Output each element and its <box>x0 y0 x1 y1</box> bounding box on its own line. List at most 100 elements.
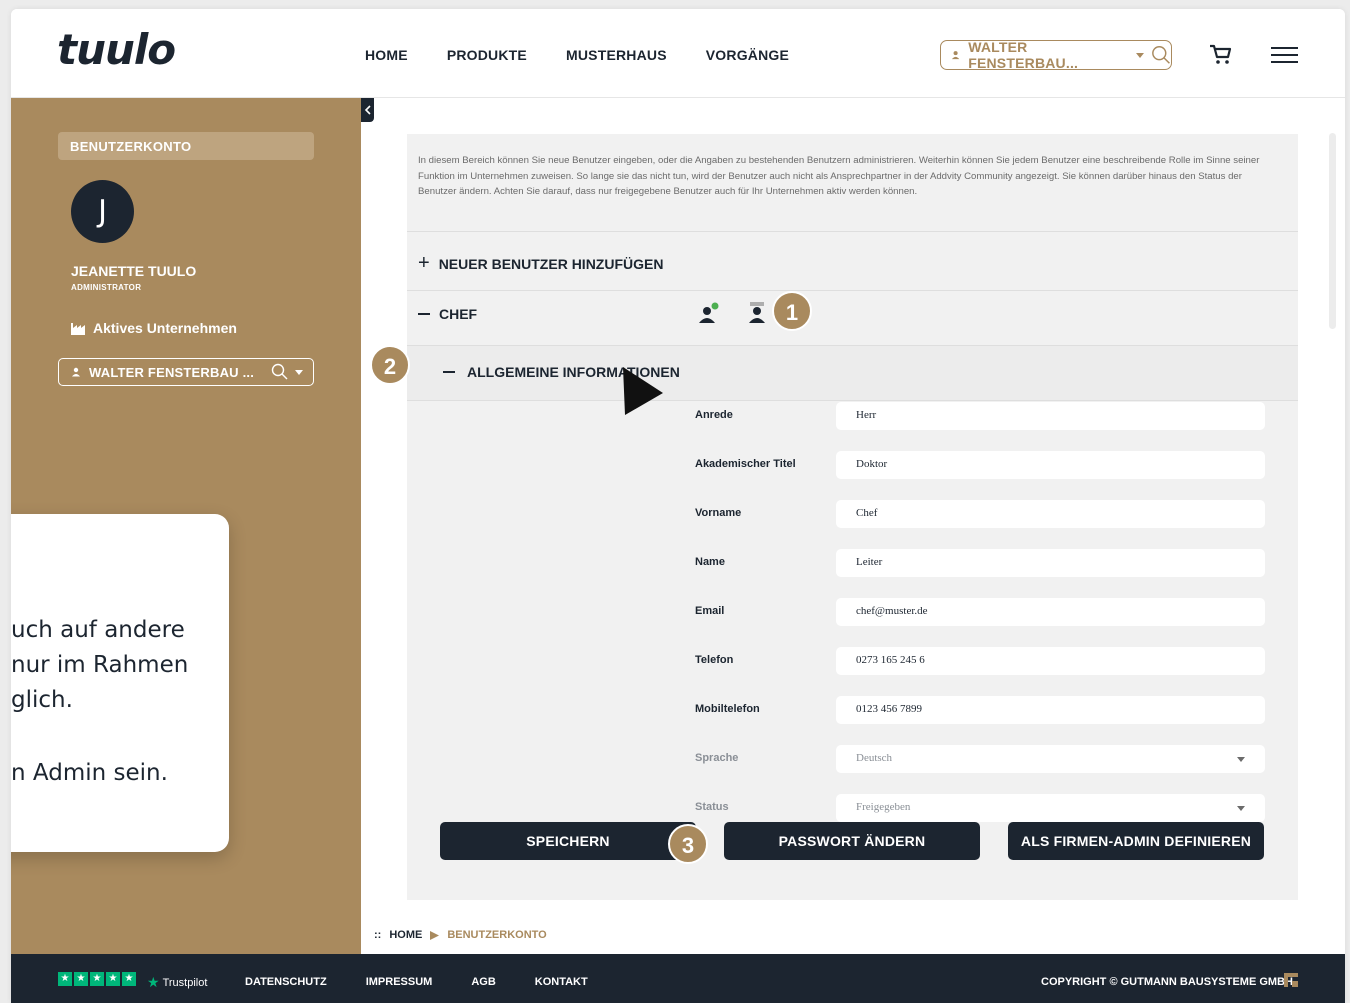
field-label: Sprache <box>695 752 739 764</box>
form-row-sprache: Sprache Deutsch <box>695 745 1265 773</box>
step-badge-3: 3 <box>668 824 708 864</box>
mobile-field[interactable]: 0123 456 7899 <box>836 696 1265 724</box>
user-icon <box>951 51 960 60</box>
add-user-label: NEUER BENUTZER HINZUFÜGEN <box>438 255 664 272</box>
user-icon <box>72 367 80 377</box>
form-row-anrede: Anrede Herr <box>695 402 1265 430</box>
chevron-down-icon <box>295 370 303 375</box>
nav-musterhaus[interactable]: MUSTERHAUS <box>566 47 667 63</box>
footer-links: DATENSCHUTZ IMPRESSUM AGB KONTAKT <box>245 976 588 988</box>
company-select-value: WALTER FENSTERBAU... <box>968 39 1079 71</box>
footer-link-impressum[interactable]: IMPRESSUM <box>366 976 433 988</box>
cursor-icon <box>623 367 663 415</box>
footer-link-kontakt[interactable]: KONTAKT <box>535 976 588 988</box>
breadcrumb-home[interactable]: HOME <box>389 929 422 941</box>
chevron-down-icon <box>1237 806 1245 811</box>
form-row-email: Email chef@muster.de <box>695 598 1265 626</box>
app-window: tuulo HOME PRODUKTE MUSTERHAUS VORGÄNGE … <box>11 9 1345 1003</box>
sidebar-company-select[interactable]: WALTER FENSTERBAU ... <box>58 358 314 386</box>
section-header[interactable]: ALLGEMEINE INFORMATIONEN <box>407 346 1298 400</box>
chef-actions <box>697 299 769 325</box>
define-admin-button[interactable]: ALS FIRMEN-ADMIN DEFINIEREN <box>1008 822 1264 860</box>
tooltip-line: n Admin sein. <box>11 760 168 786</box>
step-badge-2: 2 <box>370 345 410 385</box>
chevron-down-icon <box>1237 757 1245 762</box>
status-select[interactable]: Freigegeben <box>836 794 1265 822</box>
trustpilot-stars[interactable]: ★ ★ ★ ★ ★ <box>58 972 136 986</box>
nav-home[interactable]: HOME <box>365 47 408 63</box>
form-row-vorname: Vorname Chef <box>695 500 1265 528</box>
last-name-field[interactable]: Leiter <box>836 549 1265 577</box>
user-role: ADMINISTRATOR <box>71 283 142 292</box>
cart-icon[interactable] <box>1209 44 1233 66</box>
header: tuulo HOME PRODUKTE MUSTERHAUS VORGÄNGE … <box>11 9 1345 98</box>
language-select[interactable]: Deutsch <box>836 745 1265 773</box>
form-row-mobil: Mobiltelefon 0123 456 7899 <box>695 696 1265 724</box>
field-label: Name <box>695 556 725 568</box>
first-name-field[interactable]: Chef <box>836 500 1265 528</box>
status-select-value: Freigegeben <box>856 801 911 813</box>
footer-link-agb[interactable]: AGB <box>471 976 495 988</box>
chef-label: CHEF <box>439 306 478 322</box>
tooltip-line: nur im Rahmen <box>11 652 189 678</box>
star-icon: ★ <box>106 972 120 986</box>
user-active-icon[interactable] <box>697 299 721 325</box>
field-label: Akademischer Titel <box>695 458 796 470</box>
field-label: Email <box>695 605 725 617</box>
phone-field[interactable]: 0273 165 245 6 <box>836 647 1265 675</box>
field-label: Anrede <box>695 409 733 421</box>
trustpilot-logo[interactable]: ★ Trustpilot <box>147 974 207 991</box>
change-password-button[interactable]: PASSWORT ÄNDERN <box>724 822 980 860</box>
divider <box>407 231 1298 232</box>
search-icon[interactable] <box>271 363 289 381</box>
step-badge-1: 1 <box>772 291 812 331</box>
trustpilot-text: Trustpilot <box>162 976 208 989</box>
intro-text: In diesem Bereich können Sie neue Benutz… <box>418 155 1260 197</box>
factory-icon <box>71 323 85 335</box>
grid-icon: :: <box>374 929 382 941</box>
form-row-status: Status Freigegeben <box>695 794 1265 822</box>
user-settings-icon[interactable] <box>745 299 769 325</box>
field-label: Status <box>695 801 729 813</box>
field-label: Mobiltelefon <box>695 703 760 715</box>
main-nav: HOME PRODUKTE MUSTERHAUS VORGÄNGE <box>365 47 789 63</box>
anrede-field[interactable]: Herr <box>836 402 1265 430</box>
search-icon[interactable] <box>1151 44 1171 66</box>
add-user-row[interactable]: + NEUER BENUTZER HINZUFÜGEN <box>418 252 663 275</box>
chevron-left-icon <box>364 105 371 115</box>
chevron-down-icon <box>1135 52 1144 58</box>
active-company-text: Aktives Unternehmen <box>93 320 237 336</box>
sidebar-collapse-button[interactable] <box>361 98 374 122</box>
minus-icon <box>418 313 430 315</box>
form-row-telefon: Telefon 0273 165 245 6 <box>695 647 1265 675</box>
breadcrumb: :: HOME BENUTZERKONTO <box>374 929 547 941</box>
company-select[interactable]: WALTER FENSTERBAU... <box>940 39 1172 71</box>
star-icon: ★ <box>90 972 104 986</box>
field-label: Telefon <box>695 654 734 666</box>
language-select-value: Deutsch <box>856 752 893 764</box>
email-field[interactable]: chef@muster.de <box>836 598 1265 626</box>
avatar: J <box>71 180 134 243</box>
nav-produkte[interactable]: PRODUKTE <box>447 47 527 63</box>
breadcrumb-current: BENUTZERKONTO <box>447 929 547 941</box>
main-panel: In diesem Bereich können Sie neue Benutz… <box>407 134 1298 900</box>
divider <box>407 400 1298 401</box>
plus-icon: + <box>418 252 430 274</box>
form-row-titel: Akademischer Titel Doktor <box>695 451 1265 479</box>
footer-link-datenschutz[interactable]: DATENSCHUTZ <box>245 976 327 988</box>
active-company-label: Aktives Unternehmen <box>71 320 237 336</box>
scrollbar[interactable] <box>1329 133 1336 329</box>
copyright: COPYRIGHT © GUTMANN BAUSYSTEME GMBH <box>1041 976 1293 988</box>
title-field[interactable]: Doktor <box>836 451 1265 479</box>
menu-icon[interactable] <box>1271 47 1298 68</box>
tooltip-line: uch auf andere <box>11 617 185 643</box>
field-label: Vorname <box>695 507 742 519</box>
nav-vorgaenge[interactable]: VORGÄNGE <box>706 47 789 63</box>
save-button[interactable]: SPEICHERN <box>440 822 696 860</box>
star-icon: ★ <box>58 972 72 986</box>
form-row-name: Name Leiter <box>695 549 1265 577</box>
tooltip-card: uch auf andere nur im Rahmen glich. n Ad… <box>11 514 229 852</box>
chef-row[interactable]: CHEF <box>418 306 477 322</box>
sidebar-company-select-value: WALTER FENSTERBAU ... <box>89 364 255 380</box>
logo[interactable]: tuulo <box>57 25 176 74</box>
